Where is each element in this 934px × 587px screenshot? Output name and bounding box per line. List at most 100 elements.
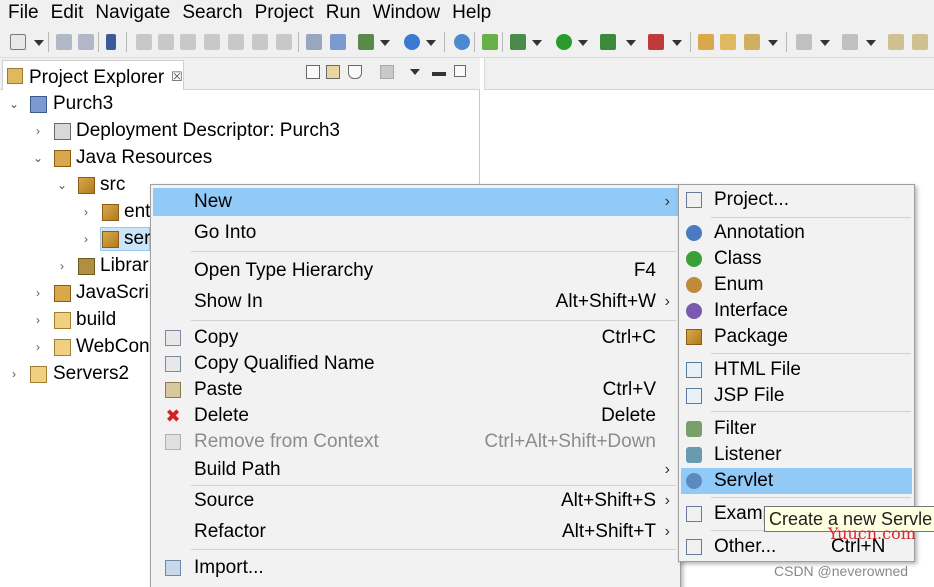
context-item-source[interactable]: Source Alt+Shift+S › xyxy=(153,487,678,515)
context-item-import[interactable]: Import... xyxy=(153,554,678,582)
new-item-interface[interactable]: Interface xyxy=(681,298,912,324)
open-project-icon[interactable] xyxy=(720,34,736,50)
context-item-new[interactable]: New › xyxy=(153,188,678,216)
close-icon[interactable]: ☒ xyxy=(171,69,183,85)
open-task-icon[interactable] xyxy=(482,34,498,50)
tree-item-build[interactable]: › build xyxy=(0,307,150,333)
new-wizard-dropdown-icon[interactable] xyxy=(34,40,44,46)
new-item-jsp-file[interactable]: JSP File xyxy=(681,383,912,409)
new-item-class[interactable]: Class xyxy=(681,246,912,272)
new-item-listener[interactable]: Listener xyxy=(681,442,912,468)
save-all-icon[interactable] xyxy=(78,34,94,50)
menu-navigate[interactable]: Navigate xyxy=(91,0,178,26)
expand-arrow-icon[interactable]: ⌄ xyxy=(32,145,44,171)
suspend-icon[interactable] xyxy=(158,34,174,50)
expand-arrow-icon[interactable]: ⌄ xyxy=(8,91,20,117)
new-item-html-file[interactable]: HTML File xyxy=(681,357,912,383)
new-item-annotation[interactable]: Annotation xyxy=(681,220,912,246)
previous-annotation-dropdown-icon[interactable] xyxy=(866,40,876,46)
view-menu-icon[interactable] xyxy=(408,65,422,79)
wand-dropdown-icon[interactable] xyxy=(768,40,778,46)
new-item-project[interactable]: Project... xyxy=(681,187,912,213)
open-type-icon[interactable] xyxy=(330,34,346,50)
collapse-arrow-icon[interactable]: › xyxy=(80,226,92,252)
context-item-go-into[interactable]: Go Into xyxy=(153,219,678,247)
next-annotation-icon[interactable] xyxy=(796,34,812,50)
collapse-arrow-icon[interactable]: › xyxy=(32,307,44,333)
coverage-dropdown-icon[interactable] xyxy=(626,40,636,46)
open-web-browser-icon[interactable] xyxy=(454,34,470,50)
context-item-open-type-hierarchy[interactable]: Open Type Hierarchy F4 xyxy=(153,257,678,285)
external-tools-icon[interactable] xyxy=(648,34,664,50)
menu-window[interactable]: Window xyxy=(369,0,449,26)
context-item-copy-qualified-name[interactable]: Copy Qualified Name xyxy=(153,350,678,378)
previous-annotation-icon[interactable] xyxy=(842,34,858,50)
forward-icon[interactable] xyxy=(912,34,928,50)
step-over-icon[interactable] xyxy=(252,34,268,50)
new-java-class-dropdown-icon[interactable] xyxy=(426,40,436,46)
context-item-refactor[interactable]: Refactor Alt+Shift+T › xyxy=(153,518,678,546)
use-step-filters-icon[interactable] xyxy=(306,34,322,50)
new-item-servlet[interactable]: Servlet xyxy=(681,468,912,494)
new-java-class-icon[interactable] xyxy=(404,34,420,50)
collapse-arrow-icon[interactable]: › xyxy=(8,361,20,387)
tree-item-libraries[interactable]: › Librar xyxy=(0,253,150,279)
context-item-build-path[interactable]: Build Path › xyxy=(153,456,678,484)
expand-arrow-icon[interactable]: ⌄ xyxy=(56,172,68,198)
resume-icon[interactable] xyxy=(136,34,152,50)
new-item-enum[interactable]: Enum xyxy=(681,272,912,298)
context-item-paste[interactable]: Paste Ctrl+V xyxy=(153,376,678,404)
external-tools-dropdown-icon[interactable] xyxy=(672,40,682,46)
new-wizard-icon[interactable] xyxy=(10,34,26,50)
open-folder-icon[interactable] xyxy=(698,34,714,50)
new-server-icon[interactable] xyxy=(358,34,374,50)
project-explorer-tab[interactable]: Project Explorer ☒ xyxy=(2,60,184,90)
menu-project[interactable]: Project xyxy=(251,0,322,26)
step-return-icon[interactable] xyxy=(276,34,292,50)
collapse-arrow-icon[interactable]: › xyxy=(32,334,44,360)
coverage-icon[interactable] xyxy=(600,34,616,50)
back-icon[interactable] xyxy=(888,34,904,50)
menu-help[interactable]: Help xyxy=(448,0,499,26)
minimize-icon[interactable] xyxy=(432,72,446,76)
menu-run[interactable]: Run xyxy=(322,0,369,26)
menu-search[interactable]: Search xyxy=(178,0,250,26)
tree-item-ser[interactable]: › ser xyxy=(0,226,150,252)
tree-item-purch3[interactable]: ⌄ Purch3 xyxy=(0,91,480,117)
context-item-copy[interactable]: Copy Ctrl+C xyxy=(153,324,678,352)
link-with-editor-icon[interactable] xyxy=(326,65,340,79)
menu-edit[interactable]: Edit xyxy=(47,0,92,26)
tree-item-webcontent[interactable]: › WebCon xyxy=(0,334,150,360)
debug-dropdown-icon[interactable] xyxy=(532,40,542,46)
debug-icon[interactable] xyxy=(510,34,526,50)
filter-icon[interactable] xyxy=(348,65,362,79)
focus-icon[interactable] xyxy=(380,65,394,79)
run-icon[interactable] xyxy=(556,34,572,50)
collapse-arrow-icon[interactable]: › xyxy=(80,199,92,225)
tree-item-servers2[interactable]: › Servers2 xyxy=(0,361,150,387)
tree-item-java-resources[interactable]: ⌄ Java Resources xyxy=(0,145,480,171)
menu-file[interactable]: File xyxy=(4,0,47,26)
collapse-arrow-icon[interactable]: › xyxy=(56,253,68,279)
new-server-dropdown-icon[interactable] xyxy=(380,40,390,46)
terminate-icon[interactable] xyxy=(180,34,196,50)
tree-item-deployment-descriptor[interactable]: › Deployment Descriptor: Purch3 xyxy=(0,118,480,144)
skip-breakpoints-icon[interactable] xyxy=(106,34,116,50)
next-annotation-dropdown-icon[interactable] xyxy=(820,40,830,46)
save-icon[interactable] xyxy=(56,34,72,50)
wand-icon[interactable] xyxy=(744,34,760,50)
run-dropdown-icon[interactable] xyxy=(578,40,588,46)
tree-item-src[interactable]: ⌄ src xyxy=(0,172,150,198)
collapse-arrow-icon[interactable]: › xyxy=(32,118,44,144)
maximize-icon[interactable] xyxy=(454,65,466,77)
new-item-package[interactable]: Package xyxy=(681,324,912,350)
disconnect-icon[interactable] xyxy=(204,34,220,50)
step-into-icon[interactable] xyxy=(228,34,244,50)
tree-item-javascript-resources[interactable]: › JavaScrip xyxy=(0,280,159,306)
collapse-arrow-icon[interactable]: › xyxy=(32,280,44,306)
tree-item-ent[interactable]: › ent xyxy=(0,199,150,225)
context-item-show-in[interactable]: Show In Alt+Shift+W › xyxy=(153,288,678,316)
new-item-filter[interactable]: Filter xyxy=(681,416,912,442)
collapse-all-icon[interactable] xyxy=(306,65,320,79)
context-item-delete[interactable]: ✖ Delete Delete xyxy=(153,402,678,430)
